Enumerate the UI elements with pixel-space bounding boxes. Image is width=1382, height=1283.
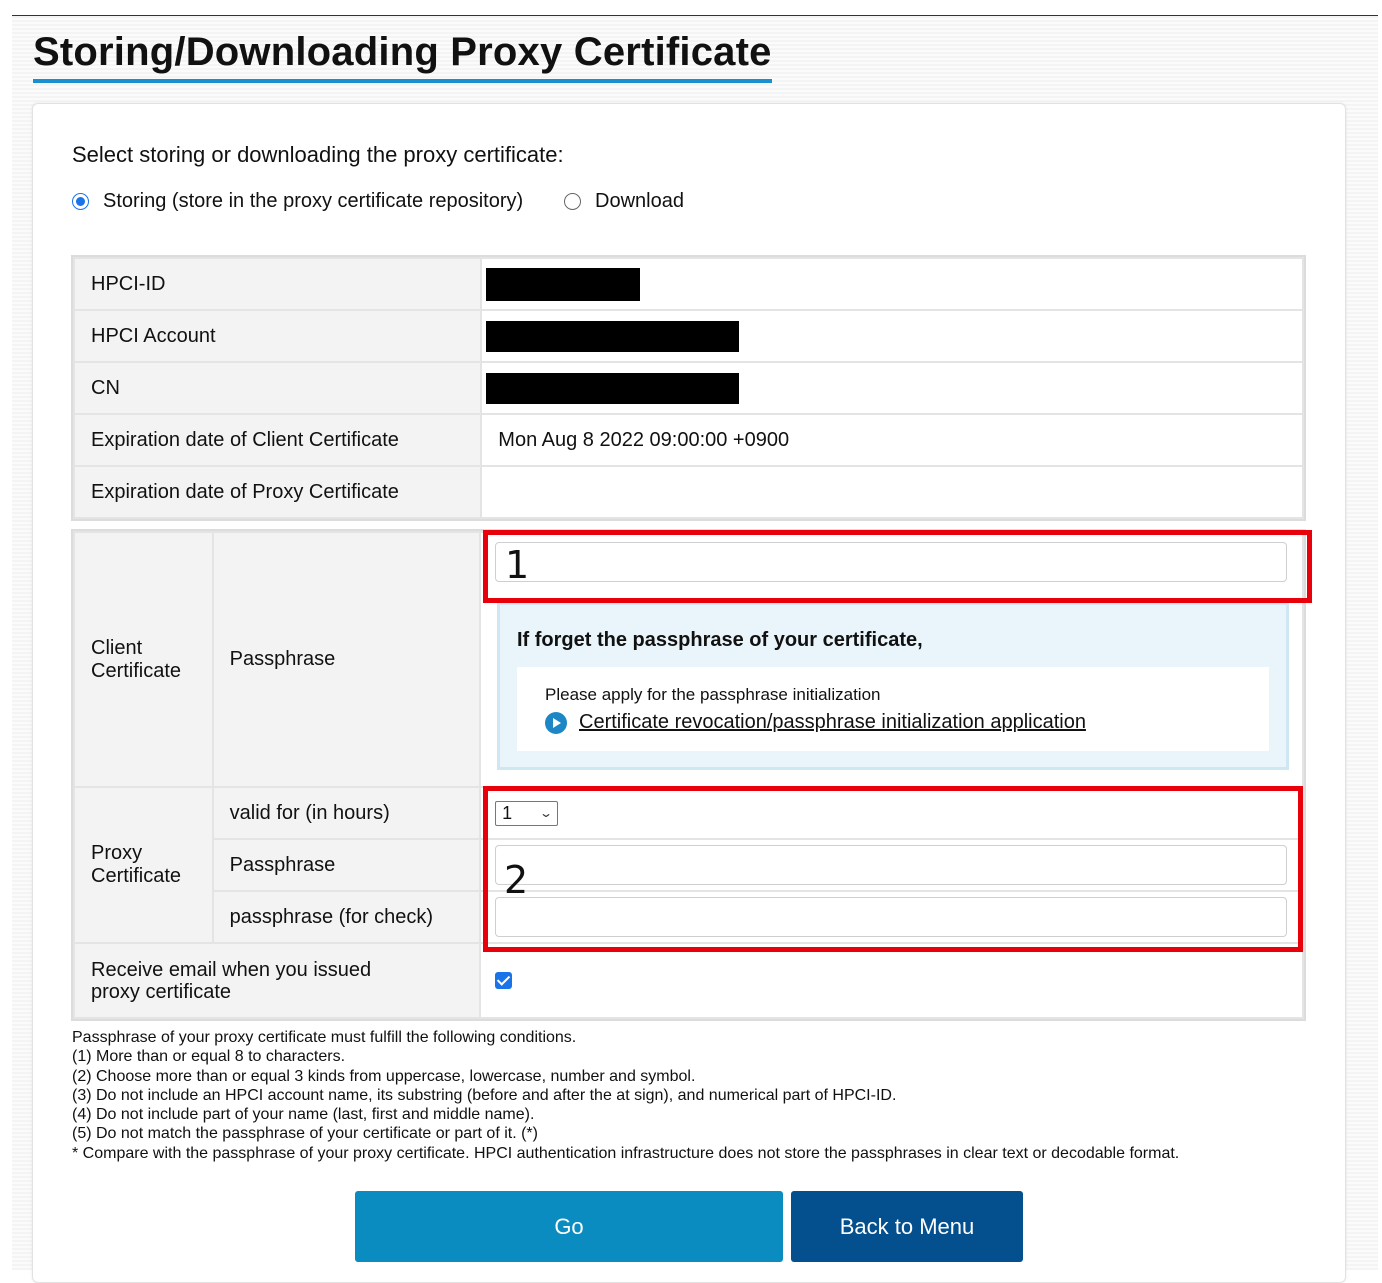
condition-line: Passphrase of your proxy certificate mus… (72, 1029, 577, 1046)
hpci-id-value (480, 257, 1304, 311)
table-row: HPCI-ID (72, 257, 1304, 311)
page-title: Storing/Downloading Proxy Certificate (33, 28, 772, 83)
hpci-account-value (480, 309, 1304, 363)
table-row: Receive email when you issued proxy cert… (72, 942, 1304, 1019)
redacted-block (486, 320, 740, 352)
radio-storing-label: Storing (store in the proxy certificate … (103, 190, 524, 212)
mode-prompt: Select storing or downloading the proxy … (72, 142, 564, 167)
cn-value (480, 361, 1304, 415)
condition-line: (1) More than or equal 8 to characters. (72, 1048, 346, 1066)
proxy-expiration-value (480, 465, 1304, 519)
client-passphrase-label: Passphrase (211, 531, 482, 788)
annotation-label-2: 2 (504, 858, 529, 902)
table-row: CN (72, 361, 1304, 415)
back-to-menu-button[interactable]: Back to Menu (791, 1191, 1023, 1262)
condition-line: (4) Do not include part of your name (la… (72, 1106, 535, 1124)
radio-storing-selected-icon[interactable] (72, 193, 89, 210)
proxy-passphrase-label: Passphrase (211, 838, 482, 892)
forget-passphrase-text: Please apply for the passphrase initiali… (545, 685, 881, 704)
client-certificate-label: Client Certificate (73, 531, 214, 788)
annotation-box-2 (483, 786, 1303, 952)
hpci-id-label: HPCI-ID (72, 257, 483, 311)
condition-line: (5) Do not match the passphrase of your … (72, 1125, 538, 1143)
email-notify-label: Receive email when you issued proxy cert… (72, 942, 482, 1019)
table-row: Expiration date of Proxy Certificate (72, 465, 1304, 519)
condition-line: (3) Do not include an HPCI account name,… (72, 1086, 897, 1104)
annotation-label-1: 1 (505, 543, 530, 587)
forget-passphrase-inner: Please apply for the passphrase initiali… (517, 667, 1269, 751)
radio-option-download[interactable]: Download (564, 190, 684, 213)
email-notify-cell (479, 942, 1304, 1019)
client-expiration-value: Mon Aug 8 2022 09:00:00 +0900 (480, 413, 1304, 467)
proxy-expiration-label: Expiration date of Proxy Certificate (72, 465, 483, 519)
passphrase-conditions: Passphrase of your proxy certificate mus… (72, 1028, 1179, 1163)
table-row: HPCI Account (72, 309, 1304, 363)
radio-option-storing[interactable]: Storing (store in the proxy certificate … (72, 190, 523, 213)
certificate-info-table: HPCI-ID HPCI Account CN Expiration date … (71, 255, 1306, 521)
go-button[interactable]: Go (355, 1191, 783, 1262)
email-notify-checkbox[interactable] (495, 972, 513, 989)
cn-label: CN (72, 361, 483, 415)
radio-download-icon[interactable] (564, 193, 581, 210)
redacted-block (486, 372, 740, 404)
proxy-passphrase-check-label: passphrase (for check) (211, 890, 482, 944)
client-expiration-label: Expiration date of Client Certificate (72, 413, 483, 467)
forget-passphrase-box: If forget the passphrase of your certifi… (497, 602, 1289, 770)
valid-for-label: valid for (in hours) (211, 786, 482, 840)
proxy-certificate-label: Proxy Certificate (73, 786, 214, 944)
annotation-box-1 (483, 530, 1312, 603)
hpci-account-label: HPCI Account (72, 309, 483, 363)
redacted-block (486, 267, 641, 301)
condition-line: (2) Choose more than or equal 3 kinds fr… (72, 1067, 696, 1085)
forget-passphrase-title: If forget the passphrase of your certifi… (517, 629, 923, 651)
revocation-link-text[interactable]: Certificate revocation/passphrase initia… (579, 711, 1086, 734)
revocation-link[interactable]: Certificate revocation/passphrase initia… (545, 711, 1086, 734)
radio-download-label: Download (595, 190, 684, 212)
play-arrow-icon (545, 711, 567, 734)
condition-line: * Compare with the passphrase of your pr… (72, 1144, 1180, 1162)
table-row: Expiration date of Client Certificate Mo… (72, 413, 1304, 467)
